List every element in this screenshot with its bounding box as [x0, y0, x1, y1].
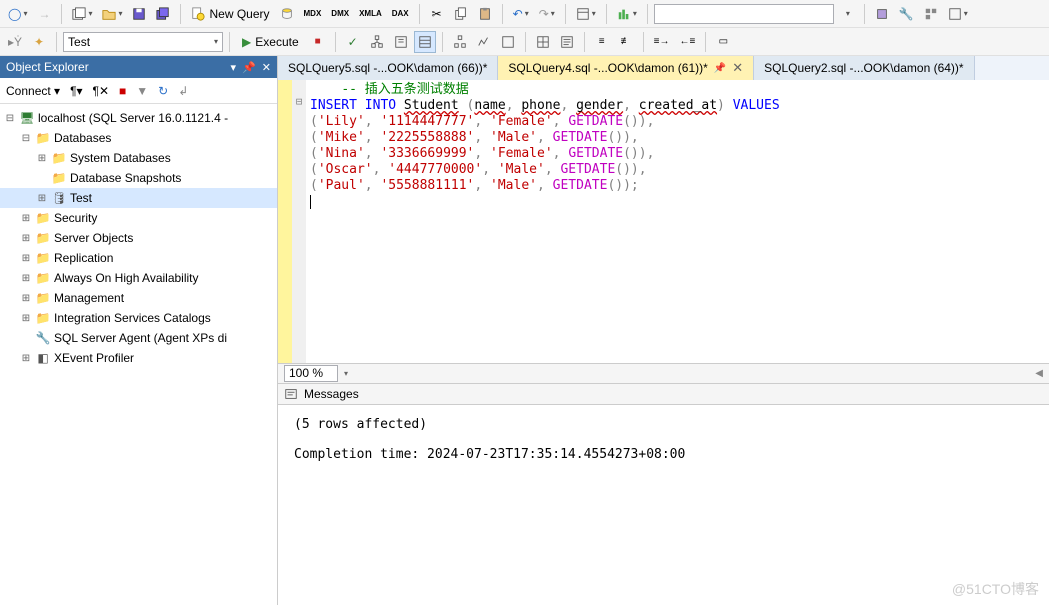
watermark: @51CTO博客 [952, 579, 1039, 599]
tree-agent-node[interactable]: 🔧SQL Server Agent (Agent XPs di [0, 328, 277, 348]
tree-server-objects-node[interactable]: ⊞📁Server Objects [0, 228, 277, 248]
object-explorer-tree[interactable]: ⊟🖥localhost (SQL Server 16.0.1121.4 - ⊟📁… [0, 104, 277, 605]
document-tab-strip: SQLQuery5.sql -...OOK\damon (66))* SQLQu… [278, 56, 1049, 80]
document-tab-1[interactable]: SQLQuery4.sql -...OOK\damon (61))*📌✕ [498, 56, 754, 80]
object-explorer-title: Object Explorer [6, 60, 89, 74]
mdx-query-button[interactable]: MDX [300, 3, 326, 25]
live-stats-button[interactable] [473, 31, 495, 53]
cancel-query-button[interactable]: ■ [307, 31, 329, 53]
tree-system-db-node[interactable]: ⊞📁System Databases [0, 148, 277, 168]
new-query-button[interactable]: New Query [187, 3, 273, 25]
uncomment-button[interactable]: ≢ [615, 31, 637, 53]
quick-launch-input[interactable] [654, 4, 834, 24]
properties-button[interactable]: ▾ [572, 3, 600, 25]
object-explorer-title-bar: Object Explorer ▾ 📌 ✕ [0, 56, 277, 78]
tree-security-node[interactable]: ⊞📁Security [0, 208, 277, 228]
save-all-button[interactable] [152, 3, 174, 25]
intellisense-button[interactable] [414, 31, 436, 53]
new-project-button[interactable]: ▾ [68, 3, 96, 25]
document-tab-2[interactable]: SQLQuery2.sql -...OOK\damon (64))* [754, 56, 974, 80]
messages-icon [284, 387, 298, 401]
connect-button[interactable]: Connect ▾ [6, 84, 60, 98]
indent-button[interactable]: ≡→ [650, 31, 674, 53]
comment-button[interactable]: ≡ [591, 31, 613, 53]
sql-editor[interactable]: ⊟ -- 插入五条测试数据 INSERT INTO Student (name,… [278, 80, 1049, 363]
activity-monitor-button[interactable]: ▾ [613, 3, 641, 25]
xmla-query-button[interactable]: XMLA [355, 3, 386, 25]
completion-time-text: Completion time: 2024-07-23T17:35:14.455… [294, 447, 1033, 462]
main-toolbar-2: ▸Ẏ ✦ Test▾ ▶Execute ■ ✓ ≡ ≢ ≡→ ←≡ ▭ [0, 28, 1049, 56]
redo-button[interactable]: ↷▾ [535, 3, 559, 25]
display-plan-button[interactable] [366, 31, 388, 53]
dmx-query-button[interactable]: DMX [327, 3, 353, 25]
tree-replication-node[interactable]: ⊞📁Replication [0, 248, 277, 268]
oe-stop-icon[interactable]: ■ [119, 84, 126, 98]
panel-dropdown-icon[interactable]: ▾ [231, 61, 237, 74]
nav-back-button[interactable]: ◯▾ [4, 3, 31, 25]
tree-management-node[interactable]: ⊞📁Management [0, 288, 277, 308]
messages-tab-label: Messages [304, 387, 359, 401]
dax-query-button[interactable]: DAX [388, 3, 413, 25]
object-explorer-panel: Object Explorer ▾ 📌 ✕ Connect ▾ ¶▾ ¶✕ ■ … [0, 56, 278, 605]
parse-button[interactable]: ✦ [28, 31, 50, 53]
document-tab-0[interactable]: SQLQuery5.sql -...OOK\damon (66))* [278, 56, 498, 80]
undo-button[interactable]: ↶▾ [509, 3, 533, 25]
outline-gutter[interactable]: ⊟ [292, 80, 306, 363]
db-engine-query-button[interactable] [276, 3, 298, 25]
parse-check-button[interactable]: ✓ [342, 31, 364, 53]
results-grid-button[interactable] [532, 31, 554, 53]
panel-close-icon[interactable]: ✕ [262, 61, 271, 74]
rows-affected-text: (5 rows affected) [294, 417, 1033, 432]
tree-snapshots-node[interactable]: 📁Database Snapshots [0, 168, 277, 188]
tree-xevent-node[interactable]: ⊞◧XEvent Profiler [0, 348, 277, 368]
nav-forward-button[interactable]: → [33, 3, 55, 25]
messages-tab[interactable]: Messages [278, 383, 1049, 405]
tools-button[interactable]: 🔧 [895, 3, 918, 25]
tree-server-node[interactable]: ⊟🖥localhost (SQL Server 16.0.1121.4 - [0, 108, 277, 128]
template-button[interactable] [920, 3, 942, 25]
oe-sync-icon[interactable]: ↲ [178, 84, 188, 98]
include-plan-button[interactable] [449, 31, 471, 53]
tree-isc-node[interactable]: ⊞📁Integration Services Catalogs [0, 308, 277, 328]
tab-close-icon[interactable]: ✕ [732, 60, 743, 76]
copy-button[interactable] [450, 3, 472, 25]
specify-values-button[interactable]: ▭ [712, 31, 734, 53]
open-file-button[interactable]: ▾ [98, 3, 126, 25]
hscroll-left-icon[interactable]: ◀ [1035, 368, 1043, 379]
zoom-selector[interactable]: 100 % [284, 365, 338, 382]
tree-always-on-node[interactable]: ⊞📁Always On High Availability [0, 268, 277, 288]
debug-button[interactable]: ▸Ẏ [4, 31, 26, 53]
object-explorer-toolbar: Connect ▾ ¶▾ ¶✕ ■ ▼ ↻ ↲ [0, 78, 277, 104]
tab-pin-icon[interactable]: 📌 [714, 63, 726, 74]
window-button[interactable]: ▾ [944, 3, 972, 25]
registered-servers-button[interactable] [871, 3, 893, 25]
query-options-button[interactable] [390, 31, 412, 53]
save-button[interactable] [128, 3, 150, 25]
zoom-dd-icon[interactable]: ▾ [344, 369, 348, 378]
results-text-button[interactable] [556, 31, 578, 53]
oe-refresh-icon[interactable]: ↻ [158, 84, 168, 98]
execute-button[interactable]: ▶Execute [236, 31, 305, 53]
change-margin [278, 80, 292, 363]
tree-databases-node[interactable]: ⊟📁Databases [0, 128, 277, 148]
client-stats-button[interactable] [497, 31, 519, 53]
main-toolbar-1: ◯▾ → ▾ ▾ New Query MDX DMX XMLA DAX ✂ ↶▾… [0, 0, 1049, 28]
tree-test-db-node[interactable]: ⊞🛢Test [0, 188, 277, 208]
paste-button[interactable] [474, 3, 496, 25]
code-area[interactable]: -- 插入五条测试数据 INSERT INTO Student (name, p… [306, 80, 780, 363]
oe-disconnect-icon[interactable]: ¶✕ [93, 84, 110, 98]
cut-button[interactable]: ✂ [426, 3, 448, 25]
database-selector[interactable]: Test▾ [63, 32, 223, 52]
messages-output[interactable]: (5 rows affected) Completion time: 2024-… [278, 405, 1049, 605]
editor-pane: SQLQuery5.sql -...OOK\damon (66))* SQLQu… [278, 56, 1049, 605]
quick-launch-dd[interactable]: ▾ [836, 3, 858, 25]
oe-filter-icon[interactable]: ▼ [136, 84, 148, 98]
outdent-button[interactable]: ←≡ [675, 31, 699, 53]
zoom-bar: 100 % ▾ ◀ [278, 363, 1049, 383]
oe-connect-icon[interactable]: ¶▾ [70, 84, 82, 98]
panel-pin-icon[interactable]: 📌 [242, 61, 256, 74]
